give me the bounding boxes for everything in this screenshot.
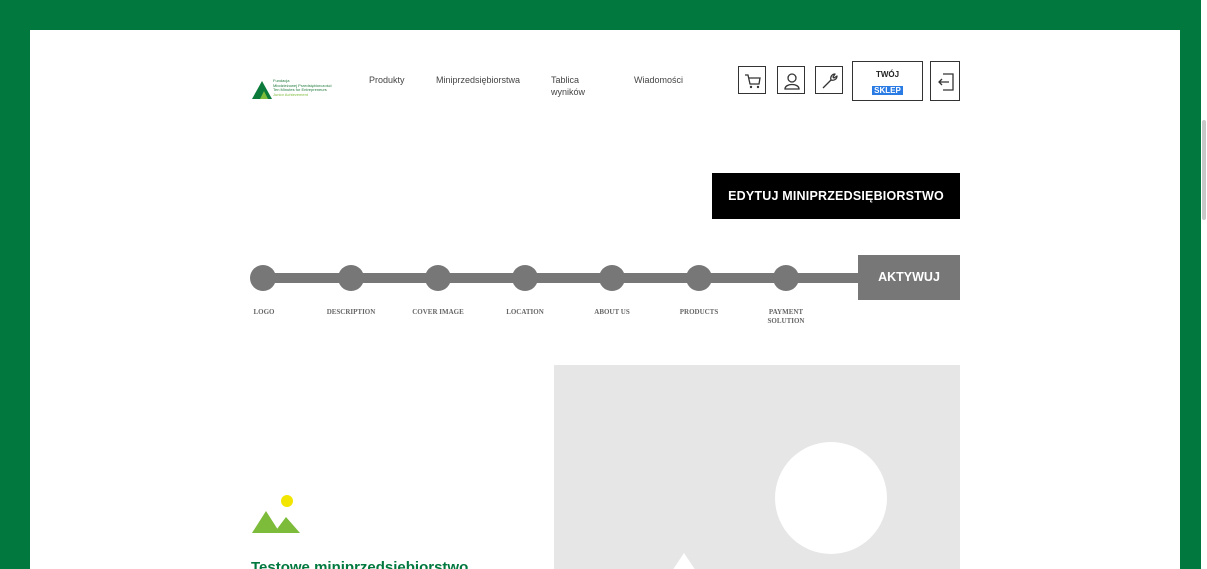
- step-dot-payment-solution[interactable]: [773, 265, 799, 291]
- scrollbar-track[interactable]: [1201, 0, 1207, 569]
- edit-miniprzedsiebiorstwo-button[interactable]: EDYTUJ MINIPRZEDSIĘBIORSTWO: [712, 173, 960, 219]
- logout-button[interactable]: [930, 61, 960, 101]
- nav-item-wiadomosci[interactable]: Wiadomości: [634, 74, 683, 86]
- step-dot-logo[interactable]: [250, 265, 276, 291]
- step-label-about-us: ABOUT US: [594, 308, 630, 316]
- cart-button[interactable]: [738, 66, 766, 94]
- step-label-cover-image: COVER IMAGE: [412, 308, 464, 316]
- activate-button[interactable]: AKTYWUJ: [858, 255, 960, 300]
- wrench-icon: [822, 73, 838, 89]
- cover-image-placeholder[interactable]: [554, 365, 960, 569]
- user-button[interactable]: [777, 66, 805, 94]
- step-dot-description[interactable]: [338, 265, 364, 291]
- shop-label-bottom: SKLEP: [872, 86, 903, 95]
- page: Fundacja Młodzieżowej Przedsiębiorczości…: [0, 0, 1207, 569]
- nav-item-tablica-wynikow[interactable]: Tablica wyników: [551, 74, 591, 98]
- nav-item-miniprzedsiebiorstwa[interactable]: Miniprzedsiębiorstwa: [436, 74, 520, 86]
- nav-item-produkty[interactable]: Produkty: [369, 74, 405, 86]
- settings-button[interactable]: [815, 66, 843, 94]
- cart-icon: [745, 74, 761, 89]
- step-label-products: PRODUCTS: [679, 308, 719, 316]
- logout-icon: [938, 73, 954, 91]
- company-name: Testowe miniprzedsiębiorstwo: [251, 559, 469, 569]
- user-icon: [784, 73, 800, 90]
- scrollbar-thumb[interactable]: [1202, 120, 1206, 220]
- placeholder-mountain-shape: [664, 553, 704, 569]
- image-placeholder-icon: [252, 495, 300, 533]
- step-dot-location[interactable]: [512, 265, 538, 291]
- step-dot-about-us[interactable]: [599, 265, 625, 291]
- step-label-location: LOCATION: [506, 308, 544, 316]
- brand-border-top: [0, 0, 1207, 30]
- step-dot-products[interactable]: [686, 265, 712, 291]
- logo-line: Junior Achievement: [273, 91, 308, 97]
- step-label-logo: LOGO: [253, 308, 275, 316]
- shop-label-top: TWÓJ: [875, 70, 900, 79]
- step-label-payment-solution: PAYMENT SOLUTION: [767, 308, 805, 325]
- your-shop-button[interactable]: TWÓJ SKLEP: [852, 61, 923, 101]
- brand-border-left: [0, 0, 30, 569]
- placeholder-sun-shape: [775, 442, 887, 554]
- site-logo-text[interactable]: Fundacja Młodzieżowej Przedsiębiorczości…: [273, 78, 331, 97]
- step-label-description: DESCRIPTION: [326, 308, 376, 316]
- step-dot-cover-image[interactable]: [425, 265, 451, 291]
